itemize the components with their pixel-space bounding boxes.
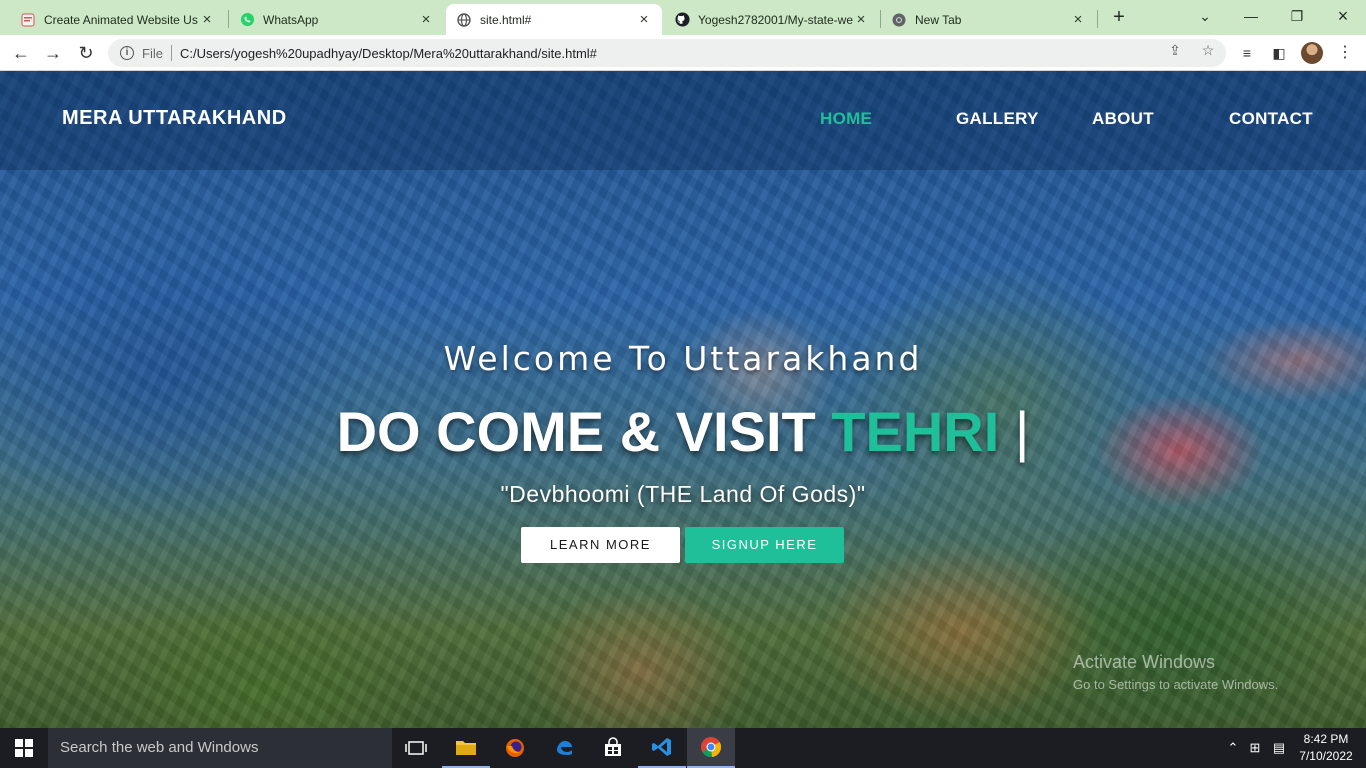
learn-more-button[interactable]: LEARN MORE — [521, 527, 680, 563]
store-icon[interactable] — [589, 728, 637, 768]
task-view-icon[interactable] — [392, 728, 440, 768]
hero-tagline: "Devbhoomi (THE Land Of Gods)" — [500, 481, 866, 507]
taskbar-search-box[interactable]: Search the web and Windows — [48, 728, 392, 768]
nav-about[interactable]: ABOUT — [1092, 109, 1154, 129]
hero-headline: DO COME & VISIT TEHRI | — [0, 399, 1366, 464]
activate-windows-watermark: Activate Windows Go to Settings to activ… — [1073, 652, 1278, 692]
media-control-icon[interactable]: ≡ — [1238, 44, 1256, 62]
edge-icon[interactable] — [540, 728, 588, 768]
url-text[interactable]: C:/Users/yogesh%20upadhyay/Desktop/Mera%… — [180, 46, 597, 61]
reload-icon[interactable]: ↻ — [73, 40, 99, 66]
site-info-icon[interactable]: i — [120, 46, 134, 60]
tab-title: WhatsApp — [263, 12, 319, 27]
tab-title: Create Animated Website Us — [44, 12, 198, 27]
new-tab-button[interactable]: + — [1108, 6, 1130, 28]
nav-home[interactable]: HOME — [820, 109, 872, 129]
browser-tab-strip: Create Animated Website Us × WhatsApp × … — [0, 0, 1366, 35]
close-icon[interactable]: × — [418, 11, 434, 28]
network-icon[interactable]: ⊞ — [1246, 740, 1264, 756]
tab-title: site.html# — [480, 12, 532, 27]
tab-title: New Tab — [915, 12, 962, 27]
address-divider — [170, 45, 172, 61]
github-icon — [674, 12, 690, 28]
tab-divider — [1097, 10, 1098, 28]
tab-new-tab[interactable]: New Tab × — [881, 4, 1096, 35]
nav-gallery[interactable]: GALLERY — [956, 109, 1039, 129]
headline-prefix: DO COME & VISIT — [336, 400, 816, 463]
close-icon[interactable]: × — [636, 11, 652, 28]
file-explorer-icon[interactable] — [442, 728, 490, 768]
profile-avatar[interactable] — [1301, 42, 1323, 64]
hero-section: MERA UTTARAKHAND HOME GALLERY ABOUT CONT… — [0, 71, 1366, 728]
minimize-button[interactable]: — — [1231, 4, 1271, 28]
welcome-heading: Welcome To Uttarakhand — [443, 339, 923, 378]
address-bar[interactable]: i File C:/Users/yogesh%20upadhyay/Deskto… — [108, 39, 1226, 67]
tab-search-chevron-icon[interactable]: ⌄ — [1185, 4, 1225, 28]
globe-icon — [456, 12, 472, 28]
start-button[interactable] — [0, 728, 48, 768]
typing-cursor: | — [1014, 400, 1030, 463]
system-clock[interactable]: 8:42 PM 7/10/2022 — [1296, 731, 1356, 765]
clock-time: 8:42 PM — [1303, 732, 1349, 746]
whatsapp-icon — [239, 12, 255, 28]
clock-date: 7/10/2022 — [1299, 749, 1353, 763]
tab-create-animated-website[interactable]: Create Animated Website Us × — [10, 4, 225, 35]
menu-kebab-icon[interactable]: ⋮ — [1336, 44, 1354, 62]
tab-github-repo[interactable]: Yogesh2782001/My-state-we × — [664, 4, 879, 35]
document-icon — [20, 12, 36, 28]
site-brand[interactable]: MERA UTTARAKHAND — [62, 107, 287, 130]
watermark-title: Activate Windows — [1073, 652, 1216, 672]
nav-contact[interactable]: CONTACT — [1229, 109, 1313, 129]
back-arrow-icon[interactable]: ← — [8, 40, 34, 66]
signup-button[interactable]: SIGNUP HERE — [685, 527, 844, 563]
site-navbar: MERA UTTARAKHAND HOME GALLERY ABOUT CONT… — [0, 71, 1366, 170]
tab-title: Yogesh2782001/My-state-we — [698, 12, 853, 27]
tab-whatsapp[interactable]: WhatsApp × — [229, 4, 444, 35]
scheme-label: File — [142, 45, 163, 61]
chrome-icon — [891, 12, 907, 28]
side-panel-icon[interactable]: ◧ — [1270, 44, 1288, 62]
restore-button[interactable]: ❐ — [1277, 4, 1317, 28]
vscode-icon[interactable] — [638, 728, 686, 768]
tray-chevron-icon[interactable]: ⌃ — [1224, 740, 1242, 756]
share-icon[interactable]: ⇪ — [1166, 41, 1184, 59]
close-icon[interactable]: × — [199, 11, 215, 28]
windows-taskbar: Search the web and Windows ⌃ ⊞ ▤ 8:42 PM… — [0, 728, 1366, 768]
bookmark-star-icon[interactable]: ☆ — [1199, 41, 1217, 59]
firefox-icon[interactable] — [491, 728, 539, 768]
close-icon[interactable]: × — [853, 11, 869, 28]
tab-site-html[interactable]: site.html# × — [446, 4, 662, 35]
chrome-taskbar-icon[interactable] — [687, 728, 735, 768]
windows-logo-icon — [15, 739, 33, 757]
watermark-subtitle: Go to Settings to activate Windows. — [1073, 677, 1279, 692]
action-center-icon[interactable]: ▤ — [1270, 740, 1288, 756]
headline-accent: TEHRI — [831, 400, 1000, 463]
close-icon[interactable]: × — [1070, 11, 1086, 28]
forward-arrow-icon[interactable]: → — [40, 40, 66, 66]
browser-toolbar: ← → ↻ i File C:/Users/yogesh%20upadhyay/… — [0, 35, 1366, 71]
close-window-button[interactable]: × — [1323, 4, 1363, 28]
